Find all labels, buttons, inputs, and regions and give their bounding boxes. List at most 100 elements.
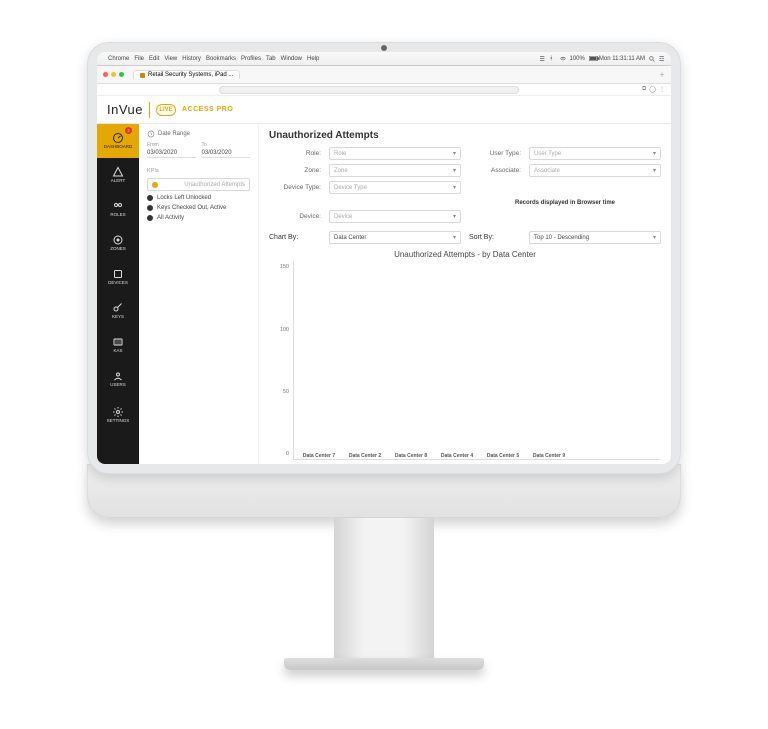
chartby-value: Data Center	[334, 235, 366, 241]
sidebar-item-settings[interactable]: SETTINGS	[97, 398, 139, 432]
kpi-unauthorized-attempts[interactable]: Unauthorized Attempts	[147, 178, 250, 191]
product-name: ACCESS PRO	[182, 106, 233, 113]
chevron-down-icon: ▾	[653, 150, 656, 157]
alert-icon	[112, 166, 124, 178]
chart-bar[interactable]: Data Center 9	[532, 450, 566, 459]
sidebar-item-label: DEVICES	[108, 281, 128, 286]
zone-label: Zone:	[269, 167, 321, 174]
associate-select[interactable]: Associate ▾	[529, 164, 661, 177]
chart-bar[interactable]: Data Center 5	[486, 450, 520, 459]
devicetype-select[interactable]: Device Type ▾	[329, 181, 461, 194]
sidebar-item-zones[interactable]: ZONES	[97, 226, 139, 260]
device-placeholder: Device	[334, 214, 352, 220]
sidebar-item-keys[interactable]: KEYS	[97, 294, 139, 328]
x-tick-label: Data Center 5	[487, 453, 519, 459]
clock: Mon 11:31:11 AM	[599, 56, 645, 62]
bullet-icon	[152, 182, 158, 188]
kpi-heading: KPIs	[147, 168, 250, 174]
device-camera	[381, 45, 387, 51]
sidebar-item-kas[interactable]: KAS	[97, 328, 139, 362]
menu-bookmarks[interactable]: Bookmarks	[206, 56, 236, 62]
x-tick-label: Data Center 4	[441, 453, 473, 459]
dashboard-icon	[112, 132, 124, 144]
chartby-label: Chart By:	[269, 234, 321, 241]
date-range-label: Date Range	[158, 131, 190, 137]
zone-select[interactable]: Zone▾	[329, 164, 461, 177]
chart-title: Unauthorized Attempts - by Data Center	[269, 250, 661, 259]
spotlight-icon[interactable]	[649, 56, 655, 62]
tab-title: Retail Security Systems, iPad ...	[148, 72, 233, 78]
from-date-input[interactable]: 03/03/2020	[147, 150, 196, 158]
chart-bar[interactable]: Data Center 7	[302, 450, 336, 459]
main-panel: Unauthorized Attempts Role: Role▾ User T…	[259, 124, 671, 464]
menu-view[interactable]: View	[164, 56, 177, 62]
devices-icon	[112, 268, 124, 280]
app-header: InVue LIVE ACCESS PRO	[97, 96, 671, 124]
window-close-button[interactable]	[103, 72, 108, 77]
chevron-down-icon: ▾	[453, 184, 456, 191]
macos-menubar: Chrome File Edit View History Bookmarks …	[97, 52, 671, 66]
chart-bar[interactable]: Data Center 4	[440, 450, 474, 459]
chevron-down-icon: ▾	[653, 167, 656, 174]
sidebar-item-dashboard[interactable]: 2 DASHBOARD	[97, 124, 139, 158]
bar-chart: 050100150 Data Center 7Data Center 2Data…	[269, 261, 661, 460]
sidebar-item-users[interactable]: USERS	[97, 362, 139, 396]
sidebar-item-roles[interactable]: ROLES	[97, 192, 139, 226]
bluetooth-icon: ᚼ	[550, 56, 556, 62]
window-zoom-button[interactable]	[119, 72, 124, 77]
menu-profiles[interactable]: Profiles	[241, 56, 261, 62]
kpi-all-activity[interactable]: All Activity	[147, 215, 250, 221]
menu-icon[interactable]: ⋮	[659, 86, 665, 93]
bullet-icon	[147, 205, 153, 211]
chevron-down-icon: ▾	[453, 234, 456, 241]
menu-window[interactable]: Window	[281, 56, 302, 62]
chart-bar[interactable]: Data Center 8	[394, 450, 428, 459]
chevron-down-icon: ▾	[453, 150, 456, 157]
role-select[interactable]: Role▾	[329, 147, 461, 160]
menu-chrome[interactable]: Chrome	[108, 56, 129, 62]
filter-panel: Date Range From To 03/03/2020 03/03/2020…	[139, 124, 259, 464]
y-tick: 100	[280, 327, 289, 333]
window-minimize-button[interactable]	[111, 72, 116, 77]
menu-edit[interactable]: Edit	[149, 56, 159, 62]
menu-file[interactable]: File	[134, 56, 144, 62]
x-tick-label: Data Center 7	[303, 453, 335, 459]
sidebar-item-label: KEYS	[112, 315, 124, 320]
sidebar-item-label: KAS	[113, 349, 122, 354]
kpi-locks-left-unlocked[interactable]: Locks Left Unlocked	[147, 195, 250, 201]
to-date-input[interactable]: 03/03/2020	[202, 150, 251, 158]
devicetype-placeholder: Device Type	[334, 185, 367, 191]
menu-help[interactable]: Help	[307, 56, 319, 62]
browser-tab[interactable]: Retail Security Systems, iPad ...	[133, 70, 240, 79]
keys-icon	[112, 302, 124, 314]
associate-placeholder: Associate	[534, 168, 560, 174]
to-label: To	[202, 142, 251, 148]
from-label: From	[147, 142, 196, 148]
chartby-select[interactable]: Data Center ▾	[329, 231, 461, 244]
extensions-icon[interactable]: ⧉	[642, 86, 646, 93]
kpi-keys-checked-out[interactable]: Keys Checked Out, Active	[147, 205, 250, 211]
menu-tab[interactable]: Tab	[266, 56, 276, 62]
browser-toolbar: ⧉ ◯ ⋮	[97, 84, 671, 96]
chart-bar[interactable]: Data Center 2	[348, 450, 382, 459]
new-tab-icon[interactable]: ＋	[659, 70, 665, 79]
device-select[interactable]: Device▾	[329, 210, 461, 223]
sidebar: 2 DASHBOARD ALERT	[97, 124, 139, 464]
control-center-icon[interactable]: ☲	[659, 56, 665, 62]
battery-label: 100%	[570, 56, 585, 62]
kas-icon	[112, 336, 124, 348]
live-badge: LIVE	[156, 104, 176, 116]
device-label: Device:	[269, 213, 321, 220]
role-label: Role:	[269, 150, 321, 157]
url-input[interactable]	[219, 86, 519, 94]
usertype-placeholder: User Type	[534, 151, 561, 157]
tab-favicon	[140, 73, 145, 78]
sortby-select[interactable]: Top 10 - Descending▾	[529, 231, 661, 244]
y-tick: 150	[280, 264, 289, 270]
profile-icon[interactable]: ◯	[649, 86, 656, 93]
sidebar-item-alert[interactable]: ALERT	[97, 158, 139, 192]
usertype-select[interactable]: User Type ▾	[529, 147, 661, 160]
kpi-label: Unauthorized Attempts	[184, 182, 245, 188]
sidebar-item-devices[interactable]: DEVICES	[97, 260, 139, 294]
menu-history[interactable]: History	[182, 56, 201, 62]
